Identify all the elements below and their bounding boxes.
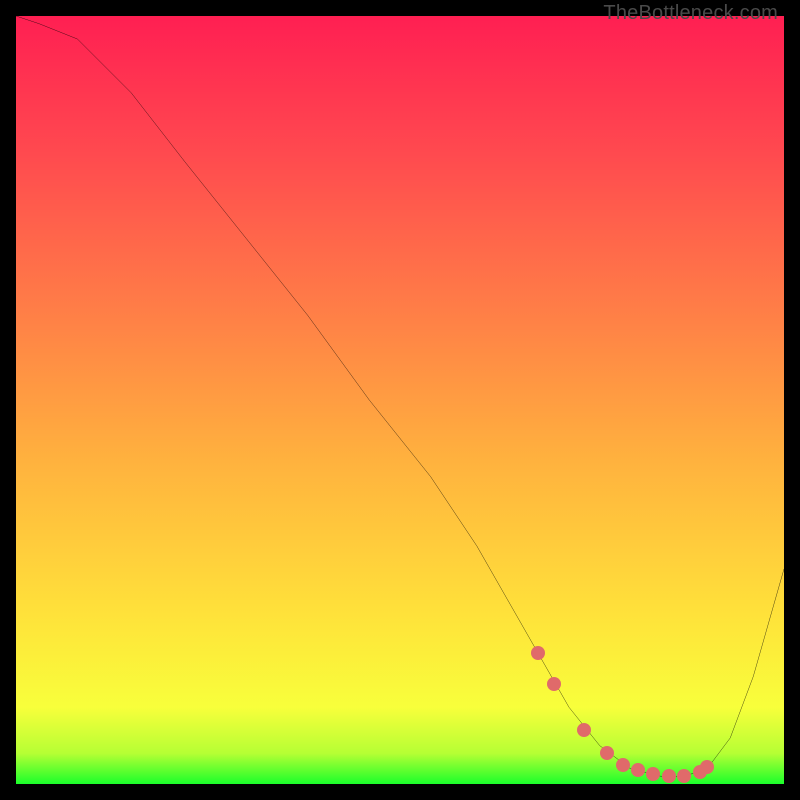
marker-dot [577,723,591,737]
plot-area [16,16,784,784]
marker-dot [531,646,545,660]
bottleneck-curve [16,16,784,784]
marker-dot [662,769,676,783]
marker-dot [700,760,714,774]
watermark-text: TheBottleneck.com [603,2,778,25]
marker-dot [547,677,561,691]
marker-dot [600,746,614,760]
marker-dot [616,758,630,772]
marker-dot [646,767,660,781]
marker-dot [677,769,691,783]
marker-dot [631,763,645,777]
chart-frame: TheBottleneck.com [0,0,800,800]
